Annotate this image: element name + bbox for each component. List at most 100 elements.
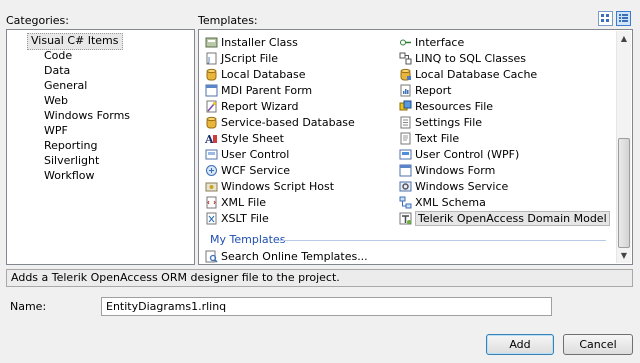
- categories-tree[interactable]: Visual C# Items Code Data General Web Wi…: [6, 29, 195, 265]
- template-local-database-cache[interactable]: Local Database Cache: [399, 67, 537, 82]
- xslt-icon: [205, 212, 218, 225]
- template-linq-to-sql-classes[interactable]: LINQ to SQL Classes: [399, 51, 526, 66]
- settings-icon: [399, 116, 412, 129]
- stylesheet-icon: A: [204, 132, 218, 146]
- template-report[interactable]: Report: [399, 83, 451, 98]
- template-label: User Control: [221, 148, 290, 161]
- template-label: XML File: [221, 196, 267, 209]
- category-silverlight[interactable]: Silverlight: [41, 153, 102, 168]
- template-label: Service-based Database: [221, 116, 355, 129]
- template-label: Local Database Cache: [415, 68, 538, 81]
- template-jscript-file[interactable]: J JScript File: [205, 51, 278, 66]
- report-icon: [399, 84, 412, 97]
- my-templates-heading: My Templates: [210, 233, 286, 246]
- templates-label: Templates:: [198, 14, 258, 27]
- text-file-icon: [399, 132, 412, 145]
- installer-icon: [205, 36, 218, 49]
- template-label: MDI Parent Form: [221, 84, 313, 97]
- scroll-up-arrow-icon[interactable]: ▲: [617, 31, 631, 46]
- linq-icon: [399, 52, 412, 65]
- template-service-based-database[interactable]: Service-based Database: [205, 115, 355, 130]
- template-windows-script-host[interactable]: Windows Script Host: [205, 179, 334, 194]
- svg-text:J: J: [207, 56, 210, 64]
- add-button[interactable]: Add: [486, 334, 554, 355]
- wcf-icon: [205, 164, 218, 177]
- template-label: Windows Form: [415, 164, 496, 177]
- template-user-control[interactable]: User Control: [205, 147, 289, 162]
- script-host-icon: [205, 180, 218, 193]
- template-local-database[interactable]: Local Database: [205, 67, 306, 82]
- template-interface[interactable]: Interface: [399, 35, 464, 50]
- template-label: Search Online Templates...: [221, 250, 368, 263]
- template-label: User Control (WPF): [415, 148, 520, 161]
- small-icons-view-icon[interactable]: [616, 11, 631, 26]
- form-icon: [205, 84, 218, 97]
- scroll-thumb[interactable]: [618, 138, 630, 248]
- template-label: Interface: [415, 36, 465, 49]
- svg-text:A: A: [205, 133, 214, 145]
- category-wpf[interactable]: WPF: [41, 123, 71, 138]
- template-user-control-wpf[interactable]: User Control (WPF): [399, 147, 519, 162]
- template-label: Report Wizard: [221, 100, 299, 113]
- xml-file-icon: [205, 196, 218, 209]
- category-data[interactable]: Data: [41, 63, 73, 78]
- category-web[interactable]: Web: [41, 93, 71, 108]
- category-reporting[interactable]: Reporting: [41, 138, 100, 153]
- telerik-icon: [399, 212, 412, 225]
- my-templates-divider: [276, 240, 606, 241]
- scroll-down-arrow-icon[interactable]: ▼: [617, 248, 631, 263]
- template-label: XML Schema: [415, 196, 486, 209]
- category-code[interactable]: Code: [41, 48, 75, 63]
- wizard-icon: [205, 100, 218, 113]
- template-label: Settings File: [415, 116, 483, 129]
- template-label: Text File: [415, 132, 460, 145]
- wpf-control-icon: [399, 148, 412, 161]
- interface-icon: [399, 36, 412, 49]
- template-windows-service[interactable]: Windows Service: [399, 179, 508, 194]
- template-wcf-service[interactable]: WCF Service: [205, 163, 290, 178]
- database-cache-icon: [399, 68, 412, 81]
- categories-label: Categories:: [6, 14, 69, 27]
- name-label: Name:: [10, 300, 47, 313]
- templates-list[interactable]: Installer Class J JScript File Local Dat…: [198, 29, 633, 265]
- jscript-icon: J: [205, 52, 218, 65]
- template-label: Windows Service: [415, 180, 509, 193]
- category-general[interactable]: General: [41, 78, 90, 93]
- template-installer-class[interactable]: Installer Class: [205, 35, 298, 50]
- template-xml-schema[interactable]: XML Schema: [399, 195, 486, 210]
- template-xslt-file[interactable]: XSLT File: [205, 211, 269, 226]
- template-windows-form[interactable]: Windows Form: [399, 163, 495, 178]
- category-workflow[interactable]: Workflow: [41, 168, 98, 183]
- search-online-icon: [205, 250, 218, 263]
- schema-icon: [399, 196, 412, 209]
- resources-icon: [399, 100, 412, 113]
- category-windows-forms[interactable]: Windows Forms: [41, 108, 133, 123]
- service-icon: [399, 180, 412, 193]
- cancel-button[interactable]: Cancel: [563, 334, 633, 355]
- template-description: Adds a Telerik OpenAccess ORM designer f…: [6, 269, 633, 287]
- template-telerik-openaccess-domain-model[interactable]: Telerik OpenAccess Domain Model: [399, 211, 610, 226]
- template-label: Installer Class: [221, 36, 298, 49]
- template-resources-file[interactable]: Resources File: [399, 99, 493, 114]
- template-mdi-parent-form[interactable]: MDI Parent Form: [205, 83, 312, 98]
- template-label: JScript File: [221, 52, 279, 65]
- large-icons-view-icon[interactable]: [598, 11, 613, 26]
- template-xml-file[interactable]: XML File: [205, 195, 266, 210]
- template-label: Telerik OpenAccess Domain Model: [415, 211, 610, 226]
- name-field[interactable]: [101, 297, 552, 316]
- template-label: Local Database: [221, 68, 306, 81]
- template-label: Report: [415, 84, 452, 97]
- template-report-wizard[interactable]: Report Wizard: [205, 99, 298, 114]
- template-search-online[interactable]: Search Online Templates...: [205, 249, 368, 264]
- template-text-file[interactable]: Text File: [399, 131, 459, 146]
- template-style-sheet[interactable]: A Style Sheet: [204, 131, 284, 146]
- templates-scrollbar[interactable]: ▲ ▼: [616, 31, 631, 263]
- template-label: Style Sheet: [221, 132, 284, 145]
- template-settings-file[interactable]: Settings File: [399, 115, 482, 130]
- database-icon: [205, 116, 218, 129]
- template-label: LINQ to SQL Classes: [415, 52, 526, 65]
- template-label: XSLT File: [221, 212, 269, 225]
- user-control-icon: [205, 148, 218, 161]
- template-label: Windows Script Host: [221, 180, 335, 193]
- database-icon: [205, 68, 218, 81]
